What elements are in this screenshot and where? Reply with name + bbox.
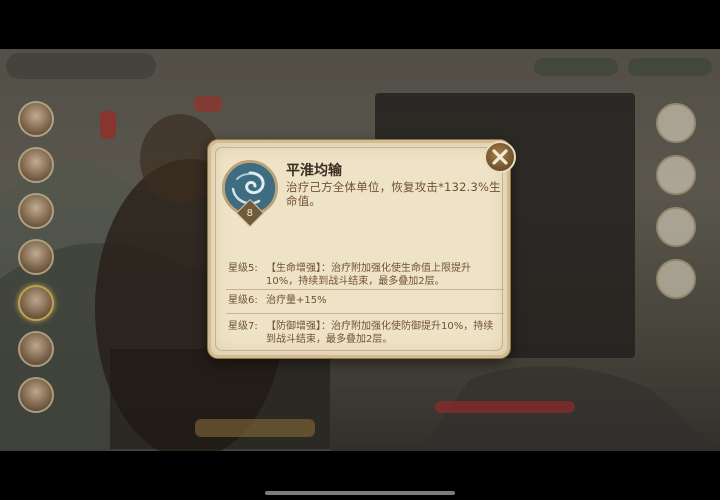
divider [226, 289, 504, 290]
bottom-button-blur [195, 419, 315, 437]
side-round-button[interactable] [656, 103, 696, 143]
side-round-button[interactable] [656, 259, 696, 299]
hero-avatar-selected[interactable] [18, 285, 54, 321]
hero-avatar[interactable] [18, 193, 54, 229]
skill-level-value: 8 [246, 207, 254, 219]
side-round-button[interactable] [656, 155, 696, 195]
red-banner [100, 111, 116, 139]
side-round-button[interactable] [656, 207, 696, 247]
hero-avatar[interactable] [18, 101, 54, 137]
currency-bar-1 [534, 58, 618, 76]
close-icon [492, 149, 508, 165]
skill-description: 治疗己方全体单位，恢复攻击*132.3%生命值。 [286, 180, 501, 208]
star-text: 治疗量+15% [266, 295, 327, 306]
star-text: 【生命增强】：治疗附加强化使生命值上限提升10%，持续到战斗结束，最多叠加2层。 [266, 263, 471, 287]
star-label: 星级7: [228, 321, 258, 332]
top-left-back-button[interactable] [6, 53, 156, 79]
hero-avatar[interactable] [18, 239, 54, 275]
currency-bar-2 [628, 58, 712, 76]
close-button[interactable] [484, 141, 516, 173]
divider [226, 313, 504, 314]
right-side-buttons [656, 103, 696, 311]
skill-name: 平淮均输 [286, 163, 342, 179]
hero-avatar[interactable] [18, 377, 54, 413]
hero-avatar[interactable] [18, 331, 54, 367]
star-label: 星级5: [228, 263, 258, 274]
red-tag [194, 96, 222, 112]
hero-avatar-list [14, 101, 58, 423]
home-indicator[interactable] [265, 491, 455, 495]
hero-avatar[interactable] [18, 147, 54, 183]
star-label: 星级6: [228, 295, 258, 306]
star-text: 【防御增强】：治疗附加强化使防御提升10%，持续到战斗结束，最多叠加2层。 [266, 321, 494, 345]
red-text-blur [435, 401, 575, 413]
